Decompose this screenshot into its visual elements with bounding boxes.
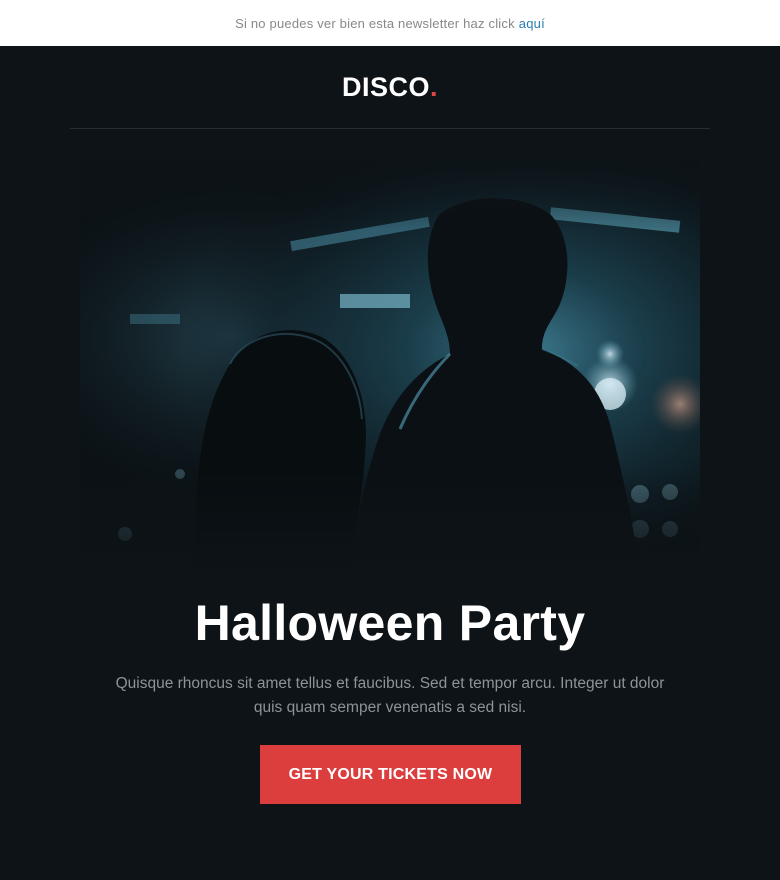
intro-paragraph: Quisque rhoncus sit amet tellus et fauci…	[115, 675, 665, 716]
view-in-browser-link[interactable]: aquí	[519, 16, 545, 31]
disco-logo[interactable]: DISCO.	[342, 72, 438, 103]
newsletter-body: DISCO. Halloween Party Quisque rhoncus s…	[0, 46, 780, 880]
get-tickets-button[interactable]: GET YOUR TICKETS NOW	[260, 745, 521, 804]
preheader-bar: Si no puedes ver bien esta newsletter ha…	[0, 0, 780, 46]
hero-image	[80, 144, 700, 574]
logo-dot: .	[430, 71, 439, 102]
hero-photo-illustration	[80, 144, 700, 574]
preheader-text: Si no puedes ver bien esta newsletter ha…	[235, 15, 515, 31]
logo-header: DISCO.	[70, 46, 710, 129]
page-title: Halloween Party	[194, 595, 586, 651]
logo-text: DISCO	[341, 71, 430, 102]
